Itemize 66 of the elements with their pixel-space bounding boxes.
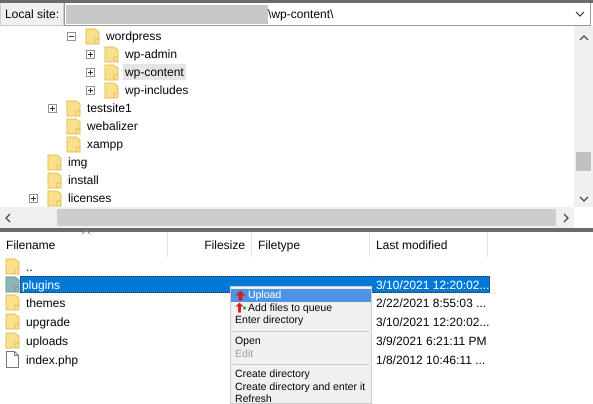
folder-icon <box>5 294 20 311</box>
folder-tree-item[interactable]: install <box>66 172 101 188</box>
folder-icon <box>5 332 20 349</box>
expand-icon[interactable] <box>86 68 95 76</box>
menu-item[interactable]: Create directory and enter it <box>231 380 371 394</box>
folder-tree-item[interactable]: xampp <box>85 136 126 152</box>
scrollbar-thumb[interactable] <box>57 209 556 226</box>
vertical-scrollbar[interactable] <box>574 26 593 207</box>
modified-date: 1/8/2012 10:46:11 ... <box>375 352 486 366</box>
folder-icon <box>104 64 119 80</box>
folder-icon <box>5 258 20 275</box>
folder-tree-item[interactable]: licenses <box>66 190 114 206</box>
local-site-label: Local site: <box>0 3 64 26</box>
horizontal-scrollbar[interactable] <box>0 207 574 228</box>
column-header[interactable]: Filesize <box>168 232 252 257</box>
column-header[interactable]: Filename <box>0 232 168 257</box>
menu-item[interactable]: Create directory <box>231 368 371 381</box>
file-icon <box>5 351 20 368</box>
chevron-down-icon <box>578 195 588 203</box>
chevron-left-icon <box>4 212 12 222</box>
folder-tree-item[interactable]: webalizer <box>85 118 140 134</box>
folder-icon <box>104 82 119 98</box>
folder-tree-item[interactable]: wp-includes <box>123 82 190 98</box>
add-arrow-icon <box>235 302 246 314</box>
chevron-right-icon <box>562 212 570 222</box>
folder-tree-item[interactable]: wp-content <box>123 64 186 80</box>
chevron-up-icon <box>578 34 588 42</box>
collapse-icon[interactable] <box>67 32 76 40</box>
folder-icon <box>47 154 62 170</box>
folder-icon <box>47 172 62 188</box>
column-header[interactable]: Last modified <box>370 232 488 257</box>
folder-tree-item[interactable]: wordpress <box>104 28 164 44</box>
expand-icon[interactable] <box>86 86 95 94</box>
file-name: index.php <box>25 352 80 368</box>
folder-tree-item[interactable]: img <box>66 154 90 170</box>
folder-icon <box>85 28 100 44</box>
expand-icon[interactable] <box>86 50 95 58</box>
file-name: uploads <box>25 332 70 348</box>
column-header[interactable]: Filetype <box>252 232 370 257</box>
scrollbar-thumb[interactable] <box>576 152 591 171</box>
folder-tree-item[interactable]: testsite1 <box>85 100 134 116</box>
modified-date: 2/22/2021 8:55:03 ... <box>375 296 488 310</box>
menu-item[interactable]: Open <box>231 334 371 348</box>
folder-icon <box>66 100 81 116</box>
modified-date: 3/10/2021 12:20:02... <box>375 314 488 328</box>
file-name: upgrade <box>25 314 72 330</box>
folder-icon <box>5 313 20 330</box>
expand-icon[interactable] <box>48 104 57 112</box>
folder-icon <box>5 276 20 293</box>
sort-caret-icon <box>81 229 91 235</box>
menu-item[interactable]: Add files to queue <box>231 302 371 314</box>
file-name: plugins <box>21 276 62 292</box>
expand-icon[interactable] <box>29 194 38 202</box>
menu-item[interactable]: Refresh <box>231 393 371 403</box>
folder-tree-item[interactable]: wp-admin <box>123 46 180 62</box>
folder-icon <box>66 136 81 152</box>
modified-date: 3/9/2021 6:21:11 PM <box>375 334 488 348</box>
folder-icon <box>66 118 81 134</box>
chevron-down-icon <box>574 9 586 19</box>
folder-icon <box>104 46 119 62</box>
folder-icon <box>47 190 62 206</box>
file-name: .. <box>25 258 34 274</box>
modified-date: 3/10/2021 12:20:02... <box>375 278 488 292</box>
file-name: themes <box>25 294 66 310</box>
menu-item[interactable]: Enter directory <box>231 314 371 327</box>
up-arrow-icon <box>235 290 246 301</box>
